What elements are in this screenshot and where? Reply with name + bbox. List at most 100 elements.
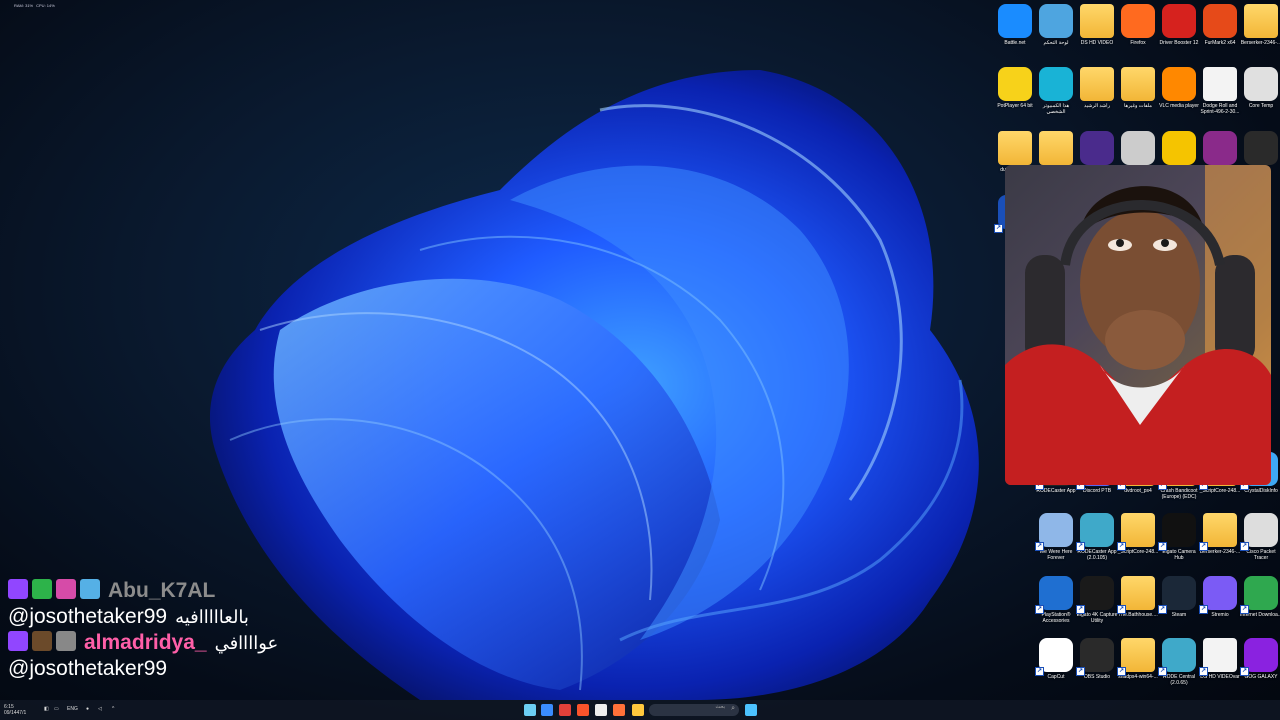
desktop-icon[interactable]: ↗ PlayStation® Accessories xyxy=(1035,576,1077,624)
store-icon[interactable] xyxy=(595,704,607,716)
start-icon[interactable] xyxy=(745,704,757,716)
firefox-icon[interactable] xyxy=(613,704,625,716)
desktop-icon[interactable]: PotPlayer 64 bit xyxy=(994,67,1036,109)
desktop-icon[interactable]: Core Temp xyxy=(1240,67,1280,109)
file-icon xyxy=(1203,67,1237,101)
desktop-icon[interactable]: ↗ Berserker-2346-... xyxy=(1199,513,1241,555)
shortcut-arrow-icon: ↗ xyxy=(1117,667,1126,676)
desktop-icon-label: VLC media player xyxy=(1159,103,1199,109)
desktop-icon[interactable]: راشد الرشيد xyxy=(1076,67,1118,109)
taskbar-search[interactable]: بحث ⌕ xyxy=(649,704,739,716)
desktop-icon[interactable]: Berserker-2346-... xyxy=(1240,4,1280,46)
desktop-icon[interactable]: Dodge Roll and Sprint-496-2-30... xyxy=(1199,67,1241,115)
gog-galaxy-icon: ↗ xyxy=(1240,638,1278,676)
desktop-icon-label: DS HD VIDEO xyxy=(1080,40,1114,46)
desktop-icon-label: Berserker-2346-... xyxy=(1240,40,1280,46)
desktop-icon[interactable]: Firefox xyxy=(1117,4,1159,46)
desktop-icon[interactable]: FurMark2 x64 xyxy=(1199,4,1241,46)
desktop-icon[interactable]: ↗ RODE Central (2.0.65) xyxy=(1158,638,1200,686)
desktop-icon[interactable] xyxy=(1035,131,1077,167)
folder-icon: ↗ xyxy=(1117,513,1155,551)
copilot-icon[interactable] xyxy=(524,704,536,716)
chat-mention: @josothetaker99 xyxy=(8,657,168,680)
desktop-icon-label: Battle.net xyxy=(1004,40,1026,46)
desktop-icon[interactable]: ↗ _ScriptCore-248... xyxy=(1117,513,1159,555)
desktop-icon[interactable]: هذا الكمبيوتر الشخصي xyxy=(1035,67,1077,115)
tray-language[interactable]: ENG xyxy=(67,706,78,712)
edge-icon[interactable] xyxy=(541,704,553,716)
desktop-icon[interactable]: ↗ shadps4-win64-... xyxy=(1117,638,1159,680)
desktop-icon[interactable]: ↗ Internet Downloa... xyxy=(1240,576,1280,618)
shortcut-arrow-icon: ↗ xyxy=(1158,542,1167,551)
desktop-icon[interactable]: Battle.net xyxy=(994,4,1036,46)
desktop-icon[interactable]: DS HD VIDEO xyxy=(1076,4,1118,46)
shortcut-arrow-icon: ↗ xyxy=(1117,605,1126,614)
shortcut-arrow-icon: ↗ xyxy=(1158,667,1167,676)
core-temp-icon xyxy=(1244,67,1278,101)
desktop-icon[interactable]: VLC media player xyxy=(1158,67,1200,109)
desktop-icon[interactable]: ↗ The.Bathhouse.... xyxy=(1117,576,1159,618)
ram-usage: RAM: 31% xyxy=(14,3,34,8)
desktop-icon[interactable]: ↗ CapCut xyxy=(1035,638,1077,680)
desktop-icon[interactable]: ↗ RODECaster App (2.0.105) xyxy=(1076,513,1118,561)
desktop-icon[interactable]: ↗ GOG GALAXY xyxy=(1240,638,1280,680)
gift-badge-icon xyxy=(80,578,100,599)
desktop-icon[interactable]: ↗ Stremio xyxy=(1199,576,1241,618)
chrome-icon[interactable] xyxy=(559,704,571,716)
desktop-icon[interactable] xyxy=(1076,131,1118,167)
capcut-icon: ↗ xyxy=(1035,638,1073,676)
chat-message-2: almadridya_ عواااافي xyxy=(8,630,368,656)
explorer-icon[interactable] xyxy=(632,704,644,716)
desktop-icon[interactable]: ↗ Elgato Camera Hub xyxy=(1158,513,1200,561)
epic-games-icon xyxy=(1244,131,1278,165)
tray-mic-icon[interactable]: ● xyxy=(86,706,89,712)
desktop-icon[interactable] xyxy=(1117,131,1159,167)
sub-badge-icon xyxy=(32,630,52,651)
desktop-icon[interactable] xyxy=(1199,131,1241,167)
chat-text: بالعااااافيه xyxy=(175,606,249,627)
tray-network-icon[interactable]: ▭ xyxy=(54,706,59,712)
chat-mention: @josothetaker99 xyxy=(8,605,168,628)
folder-icon xyxy=(1080,4,1114,38)
elgato-camera-icon: ↗ xyxy=(1158,513,1196,551)
desktop-icon[interactable]: ملفات وغيرها xyxy=(1117,67,1159,109)
stremio-icon: ↗ xyxy=(1199,576,1237,614)
vlc-icon xyxy=(1162,67,1196,101)
folder-icon: ↗ xyxy=(1117,576,1155,614)
desktop-icon[interactable]: ↗ Cisco Packet Tracer xyxy=(1240,513,1280,561)
potplayer-icon xyxy=(998,67,1032,101)
desktop-icon[interactable]: لوحة التحكم xyxy=(1035,4,1077,46)
desktop-icon[interactable]: ↗ OBS Studio xyxy=(1076,638,1118,680)
desktop-icon[interactable]: Driver Booster 12 xyxy=(1158,4,1200,46)
shortcut-arrow-icon: ↗ xyxy=(1076,542,1085,551)
zip-folder-icon: ↗ xyxy=(1117,638,1155,676)
brave-icon[interactable] xyxy=(577,704,589,716)
desktop-icon[interactable]: ↗ Elgato 4K Capture Utility xyxy=(1076,576,1118,624)
desktop-icon-label: لوحة التحكم xyxy=(1043,40,1069,46)
stream-chat-overlay: Abu_K7AL @josothetaker99 بالعااااافيه al… xyxy=(8,578,368,682)
tray-volume-icon[interactable]: ◧ xyxy=(44,706,49,712)
desktop-icon-label: PotPlayer 64 bit xyxy=(997,103,1033,109)
chat-badges xyxy=(8,630,80,656)
desktop-icon-label: Firefox xyxy=(1130,40,1146,46)
tray-speaker-icon[interactable]: ◁ xyxy=(98,706,102,712)
desktop-icon-label: Core Temp xyxy=(1248,103,1274,109)
chat-badges xyxy=(8,578,104,604)
chat-message-1: Abu_K7AL xyxy=(8,578,368,604)
desktop-icon[interactable]: ↗ We Were Here Forever xyxy=(1035,513,1077,561)
steam-icon: ↗ xyxy=(1158,576,1196,614)
desktop-icon[interactable]: ↗ Steam xyxy=(1158,576,1200,618)
battlenet-icon xyxy=(998,4,1032,38)
winrar-icon xyxy=(1203,131,1237,165)
obs-icon: ↗ xyxy=(1076,638,1114,676)
chat-message-1-body: @josothetaker99 بالعااااافيه xyxy=(8,604,368,630)
desktop-icon[interactable] xyxy=(1158,131,1200,167)
rockstar-icon xyxy=(1162,131,1196,165)
shortcut-arrow-icon: ↗ xyxy=(1199,605,1208,614)
cisco-icon: ↗ xyxy=(1240,513,1278,551)
file-icon: ↗ xyxy=(1199,638,1237,676)
folder-icon xyxy=(1039,131,1073,165)
desktop-icon[interactable]: ↗ DS HD VIDEOvar xyxy=(1199,638,1241,680)
user-folder-icon xyxy=(1080,67,1114,101)
tray-overflow-icon[interactable]: ^ xyxy=(112,706,114,712)
